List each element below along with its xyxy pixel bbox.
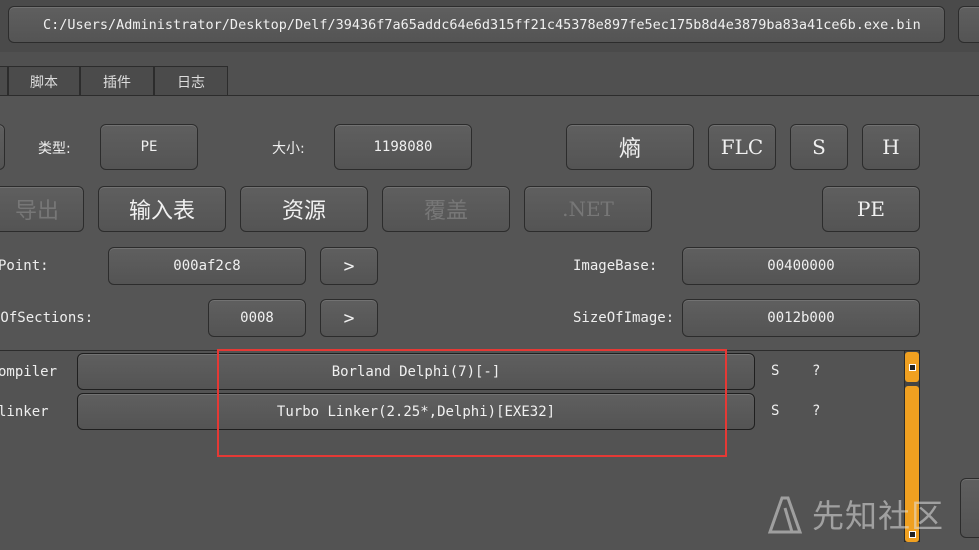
chevron-right-icon: >	[343, 307, 355, 329]
type-value: PE	[140, 139, 158, 155]
sizeofimage-value: 0012b000	[767, 310, 835, 326]
entrypoint-label: Point:	[0, 258, 49, 274]
resource-button[interactable]: 资源	[240, 186, 368, 232]
s-button[interactable]: S	[790, 124, 848, 170]
dotnet-button[interactable]: .NET	[524, 186, 652, 232]
imagebase-value: 00400000	[767, 258, 835, 274]
pe-button[interactable]: PE	[822, 186, 920, 232]
left-partial-button[interactable]	[0, 124, 5, 170]
highlight-box	[217, 349, 727, 457]
watermark-logo-icon	[767, 496, 803, 534]
file-path-field[interactable]: C:/Users/Administrator/Desktop/Delf/3943…	[8, 6, 945, 43]
sizeofimage-label: SizeOfImage:	[573, 310, 675, 326]
sections-arrow-button[interactable]: >	[320, 299, 378, 337]
entrypoint-field[interactable]: 000af2c8	[108, 247, 306, 285]
entrypoint-arrow-button[interactable]: >	[320, 247, 378, 285]
scroll-up-icon	[908, 363, 916, 371]
detection-type-linker: linker	[0, 404, 49, 420]
scrollbar-up-arrow[interactable]	[905, 352, 919, 382]
tab-log[interactable]: 日志	[154, 66, 228, 96]
browse-button[interactable]	[958, 6, 979, 43]
import-table-button[interactable]: 输入表	[98, 186, 226, 232]
entrypoint-value: 000af2c8	[173, 258, 241, 274]
detection-s-compiler[interactable]: S	[771, 363, 779, 379]
tab-plugins[interactable]: 插件	[80, 66, 154, 96]
tab-script[interactable]: 脚本	[8, 66, 80, 96]
type-label: 类型:	[38, 141, 71, 157]
detection-s-linker[interactable]: S	[771, 403, 779, 419]
flc-button[interactable]: FLC	[708, 124, 776, 170]
entropy-button[interactable]: 熵	[566, 124, 694, 170]
detection-type-compiler: ompiler	[0, 364, 58, 380]
sizeofimage-field[interactable]: 0012b000	[682, 299, 920, 337]
size-label: 大小:	[272, 141, 305, 157]
chevron-right-icon: >	[343, 255, 355, 277]
sections-field[interactable]: 0008	[208, 299, 306, 337]
right-partial-button[interactable]	[960, 478, 979, 538]
type-value-field: PE	[100, 124, 198, 170]
size-value: 1198080	[373, 139, 433, 155]
tab-left-partial[interactable]	[0, 66, 8, 96]
imagebase-label: ImageBase:	[573, 258, 658, 274]
sections-value: 0008	[240, 310, 274, 326]
sections-label: rOfSections:	[0, 310, 94, 326]
watermark-text: 先知社区	[812, 497, 945, 535]
detection-info-linker[interactable]: ?	[812, 403, 820, 419]
size-value-field: 1198080	[334, 124, 472, 170]
imagebase-field[interactable]: 00400000	[682, 247, 920, 285]
export-button[interactable]: 导出	[0, 186, 84, 232]
file-path-text: C:/Users/Administrator/Desktop/Delf/3943…	[43, 16, 921, 33]
overlay-button[interactable]: 覆盖	[382, 186, 510, 232]
h-button[interactable]: H	[862, 124, 920, 170]
tab-baseline	[0, 95, 979, 96]
detection-info-compiler[interactable]: ?	[812, 363, 820, 379]
watermark: 先知社区	[766, 492, 944, 536]
